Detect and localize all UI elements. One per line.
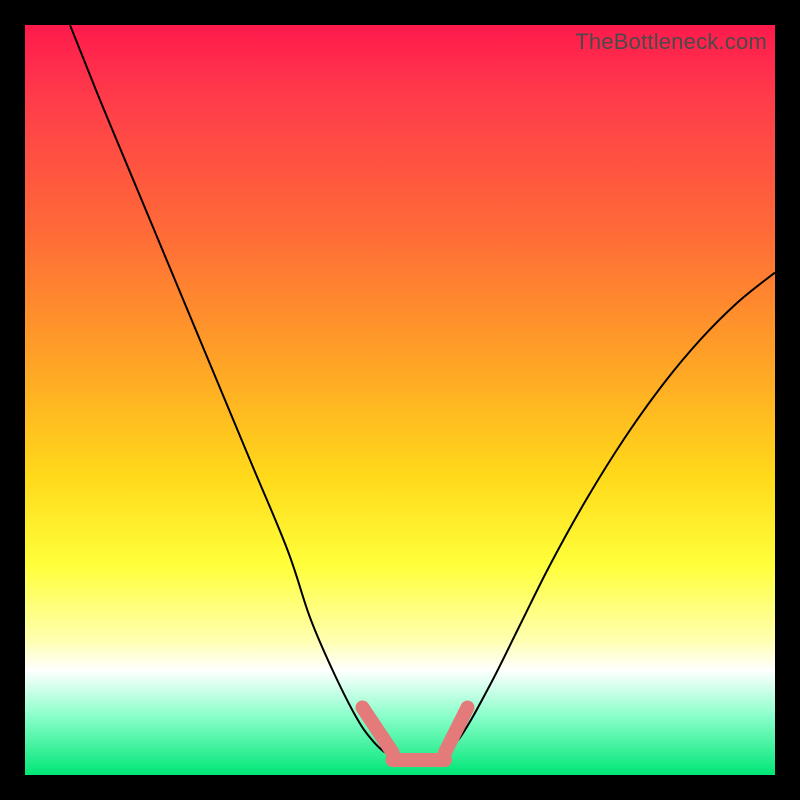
chart-svg bbox=[25, 25, 775, 775]
watermark-text: TheBottleneck.com bbox=[575, 29, 767, 55]
left-curve bbox=[70, 25, 400, 760]
chart-frame: TheBottleneck.com bbox=[25, 25, 775, 775]
right-curve bbox=[438, 273, 776, 761]
